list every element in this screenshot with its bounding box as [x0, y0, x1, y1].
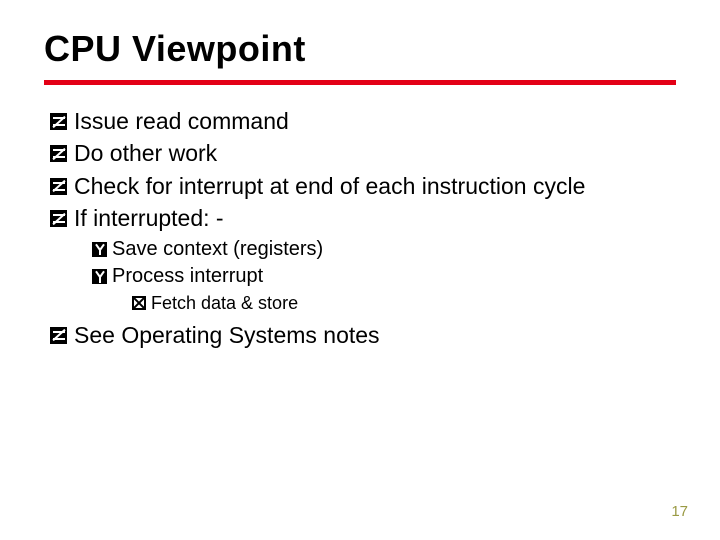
bullet-l2: Process interrupt — [44, 264, 676, 290]
bullet-l1: Issue read command — [44, 107, 676, 136]
z-bullet-icon — [50, 210, 67, 227]
bullet-l2: Save context (registers) — [44, 237, 676, 263]
bullet-text: Check for interrupt at end of each instr… — [74, 172, 676, 201]
bullet-text: Process interrupt — [112, 264, 263, 290]
z-bullet-icon — [50, 113, 67, 130]
z-bullet-icon — [50, 327, 67, 344]
y-bullet-icon — [92, 269, 107, 284]
slide-body: Issue read command Do other work Check f… — [44, 107, 676, 350]
bullet-l1: If interrupted: - — [44, 204, 676, 233]
title-underline — [44, 80, 676, 85]
slide: CPU Viewpoint Issue read command Do othe… — [0, 0, 720, 540]
x-bullet-icon — [132, 296, 146, 310]
bullet-text: If interrupted: - — [74, 204, 676, 233]
z-bullet-icon — [50, 145, 67, 162]
bullet-l1: Do other work — [44, 139, 676, 168]
y-bullet-icon — [92, 242, 107, 257]
z-bullet-icon — [50, 178, 67, 195]
slide-title: CPU Viewpoint — [44, 28, 676, 70]
bullet-l3: Fetch data & store — [44, 292, 676, 315]
bullet-text: See Operating Systems notes — [74, 321, 676, 350]
bullet-text: Issue read command — [74, 107, 676, 136]
page-number: 17 — [671, 503, 688, 520]
bullet-l1: See Operating Systems notes — [44, 321, 676, 350]
bullet-text: Save context (registers) — [112, 237, 323, 263]
bullet-l1: Check for interrupt at end of each instr… — [44, 172, 676, 201]
bullet-text: Do other work — [74, 139, 676, 168]
bullet-text: Fetch data & store — [151, 292, 298, 315]
